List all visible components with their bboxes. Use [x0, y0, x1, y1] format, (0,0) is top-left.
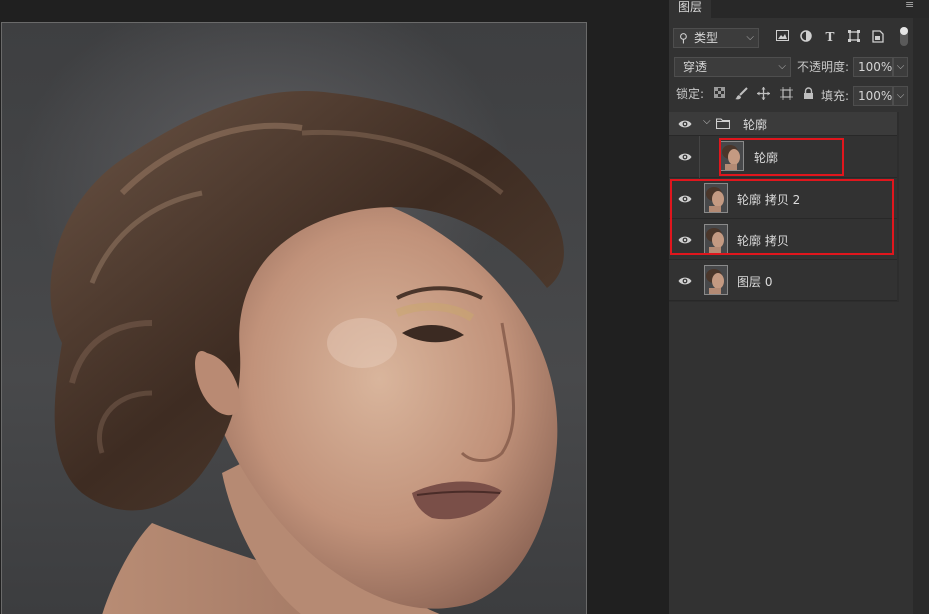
fill-dropdown[interactable]: ⌵	[893, 86, 908, 106]
layer-thumbnail	[720, 141, 744, 171]
fill-value: 100%	[858, 89, 893, 103]
lock-move-icon[interactable]	[756, 87, 770, 101]
folder-icon	[716, 118, 730, 129]
panel-scrollbar[interactable]	[913, 18, 929, 614]
layer-name: 轮廓 拷贝 2	[737, 193, 801, 207]
lock-all-icon[interactable]	[801, 87, 815, 101]
eye-icon[interactable]	[678, 118, 692, 130]
blend-mode-select[interactable]: 穿透 ⌵	[674, 57, 791, 77]
fill-input[interactable]: 100%	[853, 86, 893, 106]
layer-row[interactable]: 图层 0	[669, 260, 897, 301]
chevron-down-icon: ⌵	[778, 61, 786, 72]
chevron-down-icon: ⌵	[896, 90, 905, 101]
layer-row[interactable]: 轮廓	[669, 136, 897, 178]
layer-name: 轮廓	[754, 151, 779, 165]
lock-paint-icon[interactable]	[734, 87, 748, 101]
panel-menu-icon[interactable]: ≡	[905, 0, 917, 12]
shape-filter-icon[interactable]	[847, 30, 861, 44]
eye-icon[interactable]	[678, 275, 692, 287]
type-filter-icon[interactable]: T	[823, 30, 837, 44]
layer-filter-select[interactable]: ⚲ 类型 ⌵	[673, 28, 759, 48]
chevron-down-icon: ⌵	[746, 32, 754, 43]
portrait-image	[50, 91, 564, 614]
layer-thumbnail	[704, 224, 728, 254]
layer-row[interactable]: 轮廓 拷贝 2	[669, 178, 897, 219]
filter-toggle[interactable]	[900, 27, 908, 46]
fill-label: 填充:	[821, 89, 850, 103]
document-canvas[interactable]	[1, 22, 587, 614]
opacity-label: 不透明度:	[797, 60, 850, 74]
layer-name: 轮廓 拷贝	[737, 234, 789, 248]
eye-icon[interactable]	[678, 234, 692, 246]
opacity-input[interactable]: 100%	[853, 57, 893, 77]
layer-filter-label: 类型	[694, 31, 719, 45]
adjustment-filter-icon[interactable]	[799, 30, 813, 44]
lock-artboard-icon[interactable]	[779, 87, 793, 101]
layer-row[interactable]: 轮廓 拷贝	[669, 219, 897, 260]
lock-label: 锁定:	[676, 87, 705, 101]
chevron-down-icon[interactable]: ⌵	[703, 116, 711, 127]
layer-group-row[interactable]: ⌵ 轮廓	[669, 112, 897, 136]
group-indent-line	[699, 136, 700, 178]
search-icon: ⚲	[679, 31, 688, 45]
opacity-dropdown[interactable]: ⌵	[893, 57, 908, 77]
chevron-down-icon: ⌵	[896, 61, 905, 72]
opacity-value: 100%	[858, 60, 893, 74]
lock-transparent-icon[interactable]	[712, 87, 726, 101]
eye-icon[interactable]	[678, 193, 692, 205]
layer-thumbnail	[704, 265, 728, 295]
layers-panel: 图层 ≡ ⚲ 类型 ⌵ T 穿透 ⌵ 不透明度: 100% ⌵ 锁定: 填充: …	[669, 0, 929, 614]
layer-list: ⌵ 轮廓 轮廓 轮廓 拷贝 2 轮廓 拷贝 图层 0	[669, 112, 899, 302]
blend-mode-value: 穿透	[683, 60, 708, 74]
tab-layers[interactable]: 图层	[669, 0, 711, 18]
eye-icon[interactable]	[678, 151, 692, 163]
layer-name: 图层 0	[737, 275, 773, 289]
layer-thumbnail	[704, 183, 728, 213]
panel-tabbar: 图层 ≡	[669, 0, 929, 18]
canvas-area[interactable]	[0, 0, 669, 614]
smart-object-filter-icon[interactable]	[871, 30, 885, 44]
image-filter-icon[interactable]	[775, 30, 789, 44]
layer-name: 轮廓	[743, 118, 768, 132]
